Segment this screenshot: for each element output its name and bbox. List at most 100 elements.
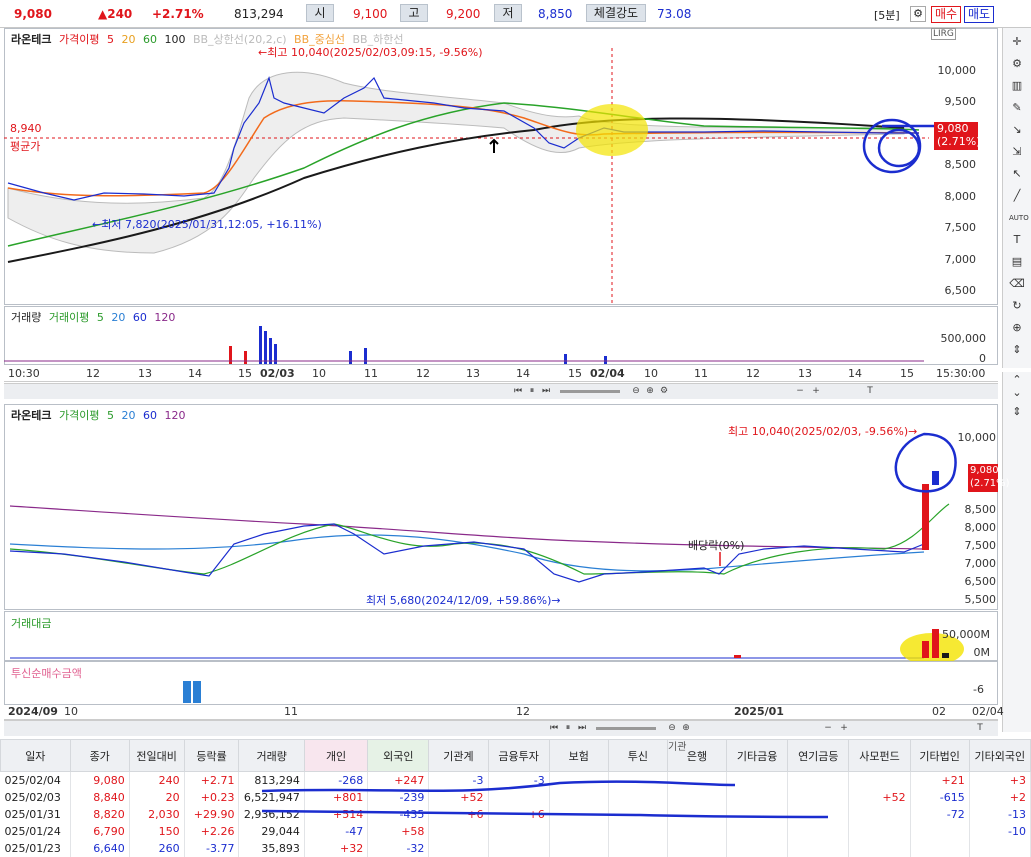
- amount-y-tick: 50,000M: [942, 628, 990, 641]
- change-percent: +2.71%: [152, 7, 204, 21]
- settings-icon[interactable]: ⚙: [910, 6, 926, 22]
- volume1-y-tick: 500,000: [940, 332, 987, 345]
- x-tick: 12: [746, 367, 760, 380]
- open-value: 9,100: [353, 7, 388, 21]
- first-icon[interactable]: ⏮: [512, 385, 524, 397]
- zoom-in-icon[interactable]: ⊕: [680, 722, 692, 734]
- volume-bars-svg: [4, 326, 924, 364]
- x-tick: 11: [284, 705, 298, 718]
- x-tick: 02/04: [590, 367, 625, 380]
- gear-icon[interactable]: ⚙: [1009, 56, 1025, 72]
- drawing-toolbar-2: ⇕: [1002, 402, 1031, 732]
- scroll-navigator-1[interactable]: ⏮ ⏸ ⏭ ⊖ ⊕ ⚙ − + T: [4, 383, 998, 399]
- volume-bars: [259, 326, 607, 364]
- x-tick: 2025/01: [734, 705, 784, 718]
- trend-line-icon[interactable]: ╱: [1009, 188, 1025, 204]
- x-tick: 10: [64, 705, 78, 718]
- dividend-marker: 배당락(0%): [688, 539, 745, 552]
- x-axis-1: 10:30 12 13 14 15 02/03 10 11 12 13 14 1…: [4, 366, 998, 382]
- open-label: 시: [306, 4, 334, 22]
- zoom-out-icon[interactable]: ⊖: [630, 385, 642, 397]
- drawing-toolbar: ✛ ⚙ ▥ ✎ ↘ ⇲ ↖ ╱ AUTO T ▤ ⌫ ↻ ⊕ ⇕: [1002, 28, 1031, 368]
- zoom-icon[interactable]: ⊕: [1009, 320, 1025, 336]
- first-icon[interactable]: ⏮: [548, 722, 560, 734]
- plus-icon[interactable]: +: [810, 385, 822, 397]
- scroll-slider[interactable]: [596, 727, 656, 730]
- y-tick: 7,500: [964, 539, 997, 552]
- all-icon[interactable]: ▤: [1009, 254, 1025, 270]
- x-tick: 15: [568, 367, 582, 380]
- chart1-price-tag-value: 9,080: [937, 122, 969, 135]
- buy-button[interactable]: 매수: [931, 6, 961, 23]
- last-icon[interactable]: ⏭: [576, 722, 588, 734]
- x-tick: 13: [138, 367, 152, 380]
- daily-candles: [9, 471, 939, 583]
- y-tick: 10,000: [937, 64, 977, 77]
- y-tick: 7,000: [944, 253, 977, 266]
- interval-button[interactable]: [5분]: [874, 7, 900, 23]
- x-tick: 13: [798, 367, 812, 380]
- minus-icon[interactable]: −: [822, 722, 834, 734]
- side-scroll[interactable]: ⌃ ⌄: [1002, 372, 1031, 402]
- y-tick: 9,500: [944, 95, 977, 108]
- x-tick: 02/04: [972, 705, 1004, 718]
- line-tool-icon[interactable]: ↘: [1009, 122, 1025, 138]
- x-tick: 14: [188, 367, 202, 380]
- scroll-navigator-2[interactable]: ⏮ ⏸ ⏭ ⊖ ⊕ − + T: [4, 720, 998, 736]
- last-icon[interactable]: ⏭: [540, 385, 552, 397]
- expand-icon[interactable]: ⇕: [1009, 342, 1025, 358]
- erase-icon[interactable]: ⌫: [1009, 276, 1025, 292]
- refresh-icon[interactable]: ↻: [1009, 298, 1025, 314]
- text-tool-icon[interactable]: T: [1009, 232, 1025, 248]
- quote-bar: 9,080 ▲240 +2.71% 813,294 시 9,100 고 9,20…: [0, 0, 1031, 28]
- plus-icon[interactable]: +: [838, 722, 850, 734]
- text-icon[interactable]: T: [974, 722, 986, 734]
- auto-icon[interactable]: AUTO: [1009, 210, 1029, 226]
- x-tick: 14: [848, 367, 862, 380]
- volume-value: 813,294: [234, 7, 284, 21]
- chart2-low-note: 최저 5,680(2024/12/09, +59.86%)→: [366, 594, 561, 607]
- intraday-chart-svg: [4, 48, 934, 304]
- x-tick: 13: [466, 367, 480, 380]
- x-tick: 15: [238, 367, 252, 380]
- y-tick: 6,500: [944, 284, 977, 297]
- chart2-price-tag-value: 9,080: [970, 465, 999, 476]
- chart-option-icon[interactable]: ⚙: [658, 385, 670, 397]
- chart-type-icon[interactable]: ▥: [1009, 78, 1025, 94]
- y-tick: 7,000: [964, 557, 997, 570]
- minus-icon[interactable]: −: [794, 385, 806, 397]
- x-tick: 12: [416, 367, 430, 380]
- chart2-price-tag: 9,080 (2.71%): [968, 464, 1010, 492]
- expand-icon-2[interactable]: ⇕: [1009, 404, 1025, 420]
- zoom-in-icon[interactable]: ⊕: [644, 385, 656, 397]
- y-tick: 8,500: [964, 503, 997, 516]
- price-change: ▲240: [98, 7, 133, 21]
- trust-svg: [183, 681, 201, 703]
- x-tick: 11: [364, 367, 378, 380]
- x-tick: 10: [312, 367, 326, 380]
- sell-button[interactable]: 매도: [964, 6, 994, 23]
- scroll-slider[interactable]: [560, 390, 620, 393]
- strength-label: 체결강도: [586, 4, 646, 22]
- chevron-down-icon[interactable]: ⌄: [1009, 385, 1025, 401]
- tool-icon[interactable]: ✎: [1009, 100, 1025, 116]
- chart2-price-tag-pct: (2.71%): [970, 478, 1010, 489]
- high-value: 9,200: [446, 7, 481, 21]
- x-axis-2: 2024/09 10 11 12 2025/01 02 02/04: [4, 705, 1004, 720]
- highlight-marker: [576, 104, 648, 156]
- zoom-out-icon[interactable]: ⊖: [666, 722, 678, 734]
- x-tick: 10: [644, 367, 658, 380]
- crosshair-icon[interactable]: ✛: [1009, 34, 1025, 50]
- pause-icon[interactable]: ⏸: [526, 385, 538, 397]
- x-tick: 15:30:00: [936, 367, 986, 380]
- avg-price-label: 평균가: [10, 140, 41, 153]
- text-icon[interactable]: T: [864, 385, 876, 397]
- pause-icon[interactable]: ⏸: [562, 722, 574, 734]
- measure-icon[interactable]: ⇲: [1009, 144, 1025, 160]
- arrow-tool-icon[interactable]: ↖: [1009, 166, 1025, 182]
- amount-y-tick: 0M: [973, 646, 991, 659]
- x-tick: 10:30: [8, 367, 40, 380]
- y-tick: 8,000: [944, 190, 977, 203]
- chart1-high-note: ←최고 10,040(2025/02/03,09:15, -9.56%): [258, 46, 483, 59]
- avg-price-value: 8,940: [10, 122, 42, 135]
